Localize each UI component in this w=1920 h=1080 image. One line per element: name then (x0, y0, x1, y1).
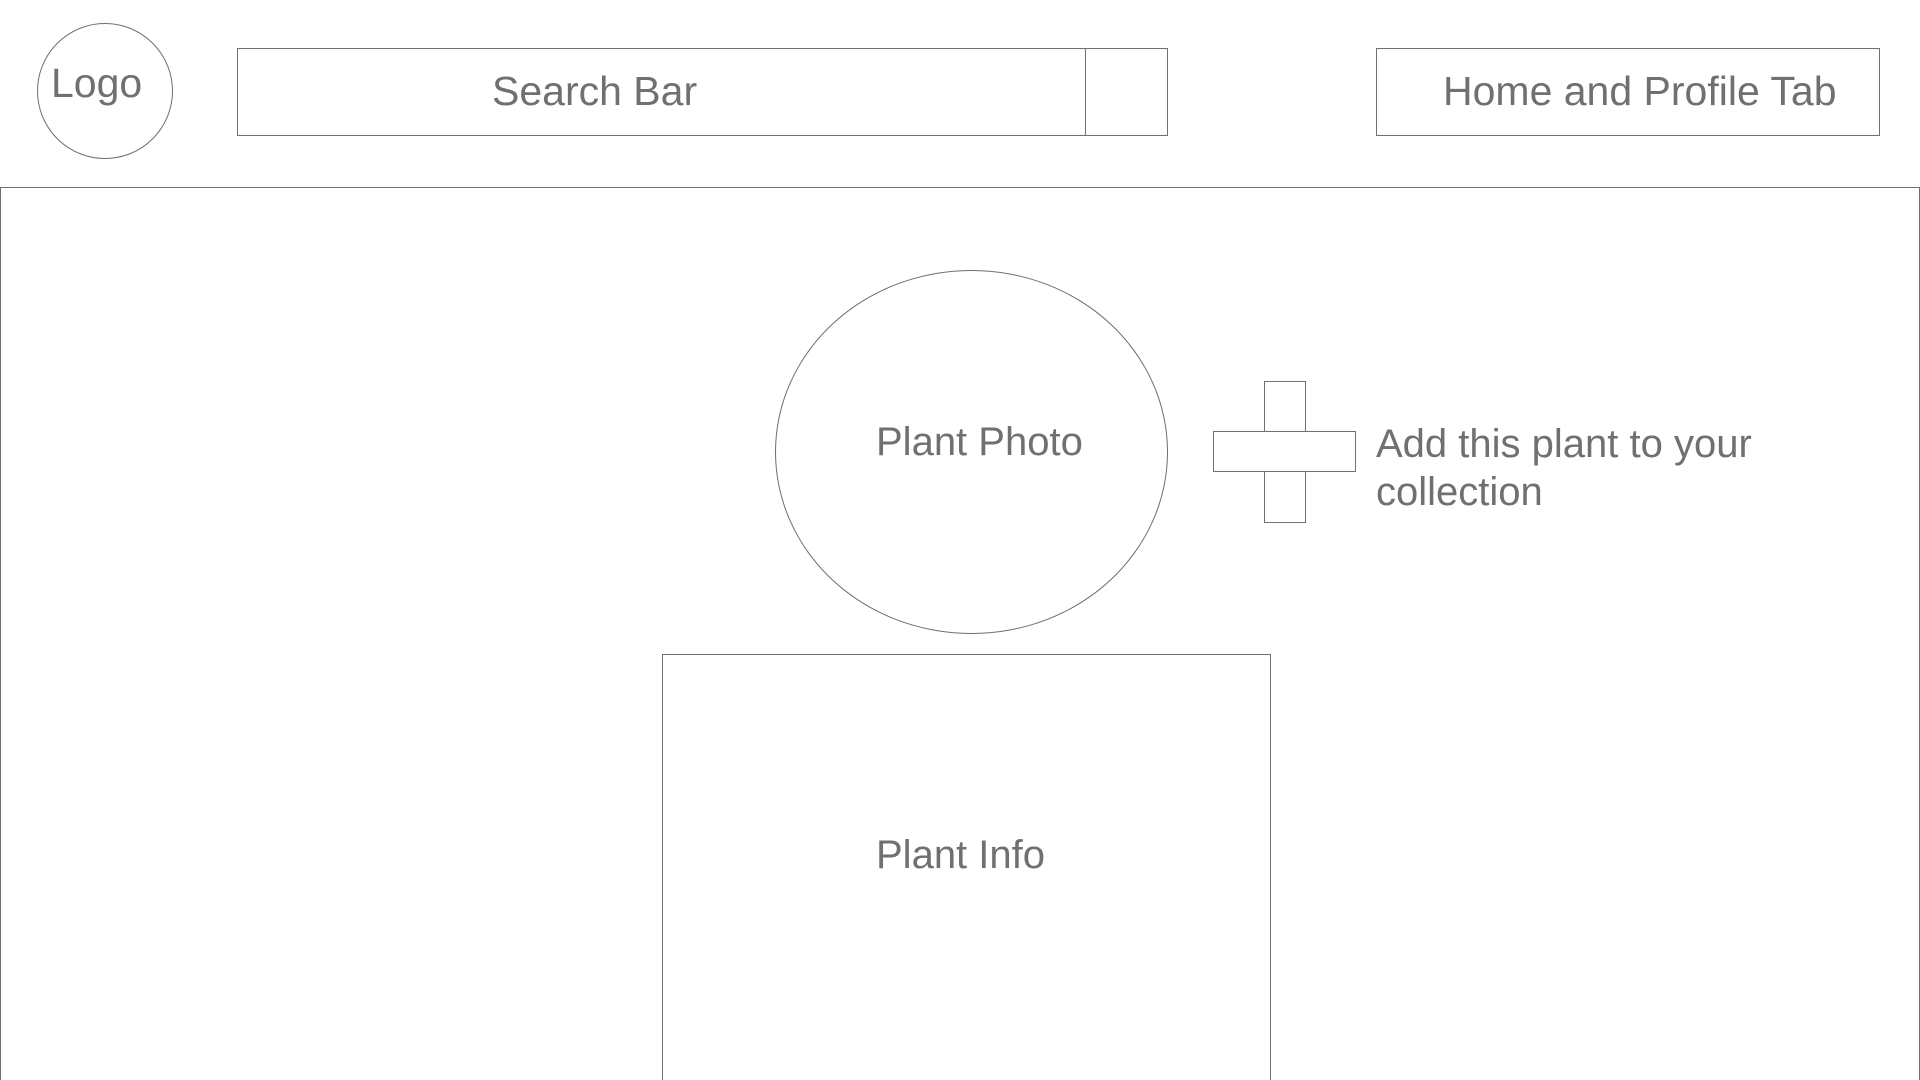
search-input-label: Search Bar (492, 68, 698, 114)
plus-icon-center (1265, 432, 1305, 471)
home-profile-tab-label: Home and Profile Tab (1443, 68, 1837, 114)
search-button[interactable] (1085, 48, 1168, 136)
plant-photo-label: Plant Photo (876, 420, 1083, 464)
plus-icon[interactable] (1213, 381, 1356, 523)
logo-label: Logo (51, 60, 143, 106)
add-to-collection-label[interactable]: Add this plant to your collection (1376, 420, 1796, 516)
plant-info-label: Plant Info (876, 833, 1046, 877)
